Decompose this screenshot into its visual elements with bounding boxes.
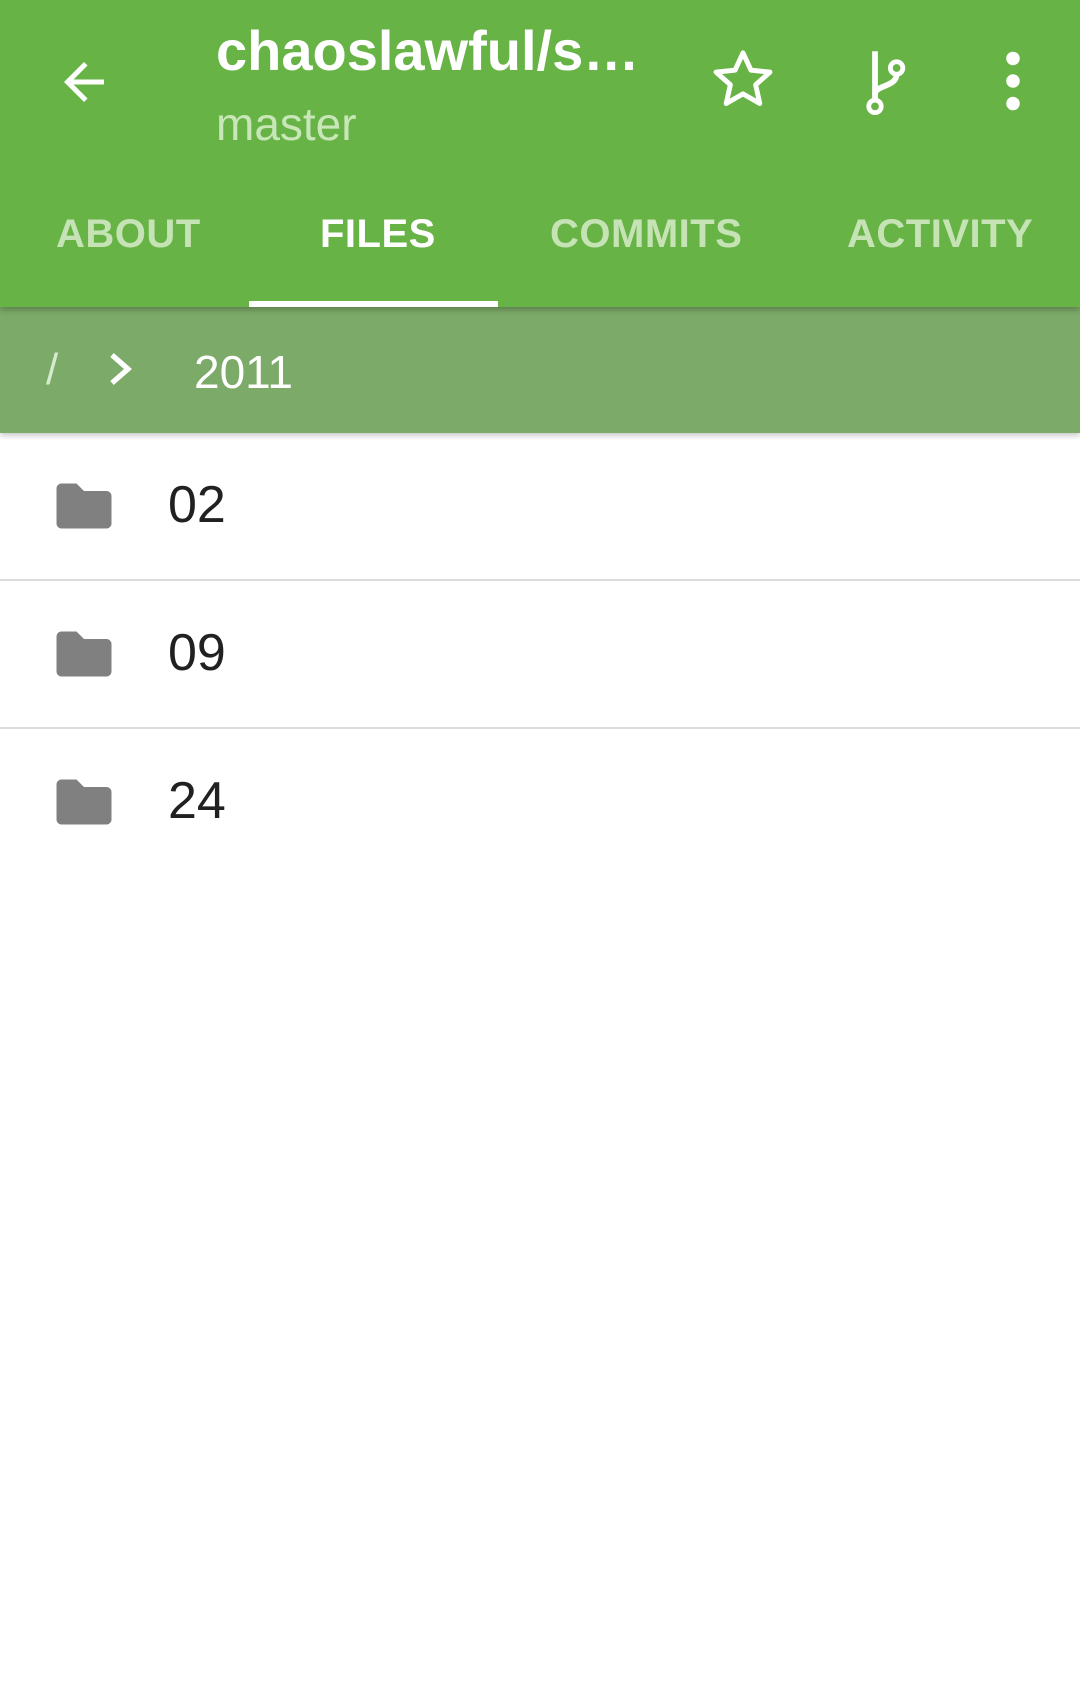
folder-icon [56, 631, 112, 677]
tab-activity[interactable]: ACTIVITY [847, 212, 1033, 257]
star-outline-icon [713, 50, 773, 106]
tab-commits[interactable]: COMMITS [550, 212, 742, 257]
breadcrumb: / 2011 [0, 307, 1080, 433]
folder-name: 24 [168, 772, 226, 830]
branch-button[interactable] [862, 44, 912, 116]
arrow-left-icon [64, 62, 104, 102]
git-branch-icon [866, 51, 906, 116]
breadcrumb-root[interactable]: / [46, 345, 58, 395]
more-options-button[interactable] [998, 50, 1028, 112]
more-vert-icon [1006, 51, 1020, 111]
tab-about[interactable]: ABOUT [56, 212, 201, 257]
file-list: 02 09 24 [0, 433, 1080, 875]
tab-files[interactable]: FILES [320, 212, 436, 257]
folder-name: 09 [168, 624, 226, 682]
active-tab-indicator [249, 301, 498, 307]
list-item[interactable]: 02 [0, 433, 1080, 581]
list-item[interactable]: 09 [0, 581, 1080, 729]
tab-bar: ABOUT FILES COMMITS ACTIVITY [0, 190, 1080, 307]
repo-title: chaoslawful/s… [216, 19, 640, 82]
list-item[interactable]: 24 [0, 729, 1080, 875]
app-bar: chaoslawful/s… master ABOUT FILES COMMIT… [0, 0, 1080, 307]
breadcrumb-current[interactable]: 2011 [194, 345, 293, 399]
chevron-right-icon [110, 353, 132, 385]
back-button[interactable] [54, 52, 114, 112]
folder-name: 02 [168, 476, 226, 534]
branch-subtitle: master [216, 98, 357, 150]
star-button[interactable] [710, 46, 776, 112]
folder-icon [56, 779, 112, 825]
folder-icon [56, 483, 112, 529]
